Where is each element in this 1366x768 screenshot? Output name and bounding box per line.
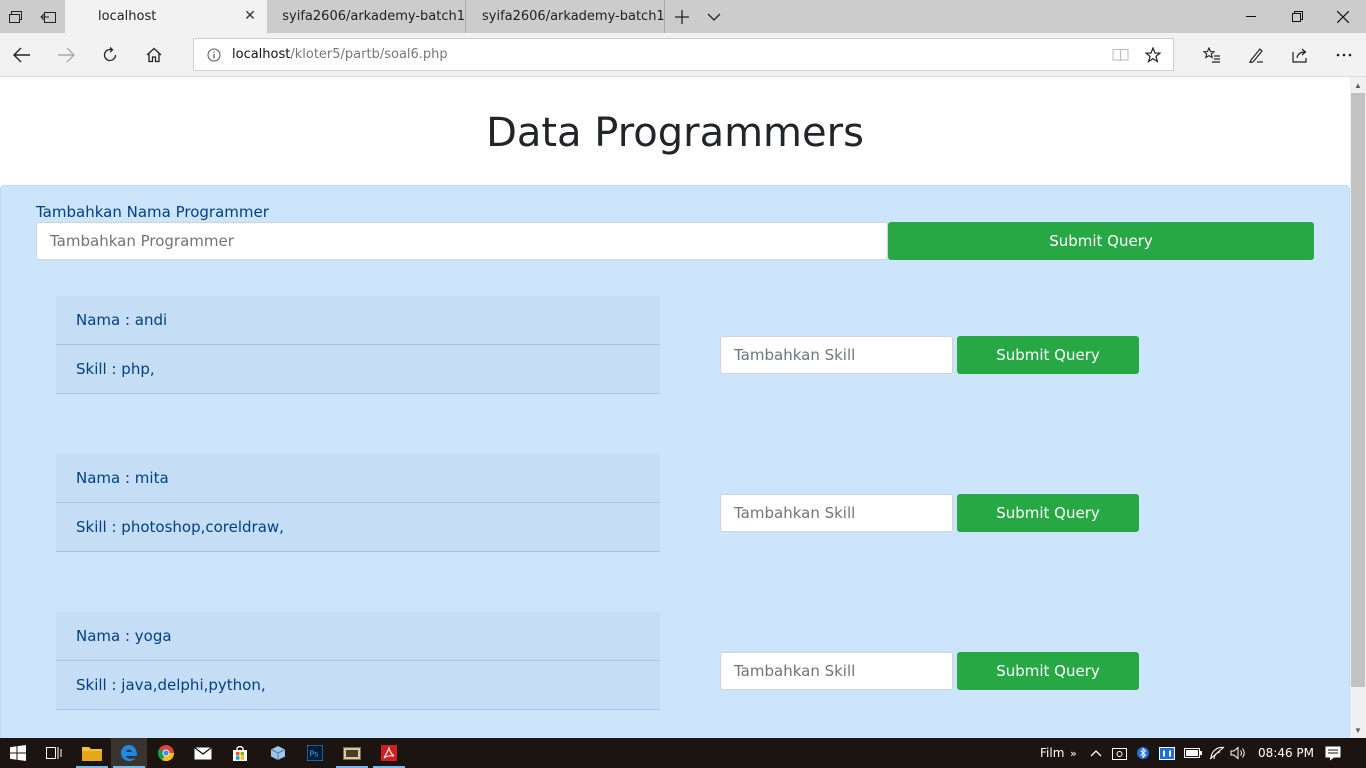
- url-host: localhost: [232, 47, 291, 62]
- set-aside-tabs-icon[interactable]: [32, 0, 64, 33]
- tab-manager-icon[interactable]: [0, 0, 32, 33]
- tab-github-2[interactable]: syifa2606/arkademy-batch1: [466, 0, 665, 33]
- show-hidden-icons-chevron-icon[interactable]: [1090, 738, 1102, 768]
- scroll-down-arrow-icon[interactable]: ▼: [1350, 722, 1366, 738]
- tab-github-1[interactable]: syifa2606/arkademy-batch1: [267, 0, 465, 33]
- tab-title: syifa2606/arkademy-batch1: [482, 9, 665, 24]
- home-icon[interactable]: [132, 33, 176, 77]
- programmer-card: Nama : yoga Skill : java,delphi,python,: [56, 612, 660, 710]
- skill-input[interactable]: Tambahkan Skill: [720, 494, 953, 532]
- minimize-icon[interactable]: [1228, 0, 1274, 33]
- vertical-scrollbar[interactable]: ▲ ▼: [1350, 77, 1366, 738]
- task-view-icon[interactable]: [36, 738, 72, 768]
- programmer-name-input[interactable]: Tambahkan Programmer: [36, 222, 888, 260]
- navigation-bar: localhost/kloter5/partb/soal6.php: [0, 33, 1366, 77]
- restore-icon[interactable]: [1274, 0, 1320, 33]
- windows-taskbar: Ps Film » 08:46 PM: [0, 738, 1366, 768]
- more-options-icon[interactable]: [1322, 33, 1366, 77]
- edge-browser-icon[interactable]: [111, 738, 147, 768]
- battery-icon[interactable]: [1184, 738, 1202, 768]
- programmer-card: Nama : mita Skill : photoshop,coreldraw,: [56, 454, 660, 552]
- page-viewport: Data Programmers Tambahkan Nama Programm…: [0, 77, 1350, 738]
- tab-bar: localhost ✕ syifa2606/arkademy-batch1 sy…: [0, 0, 1366, 33]
- toolbar-expand-icon[interactable]: »: [1070, 738, 1077, 768]
- close-window-icon[interactable]: [1320, 0, 1366, 33]
- add-skill-submit-button[interactable]: Submit Query: [957, 652, 1139, 690]
- skill-input[interactable]: Tambahkan Skill: [720, 336, 953, 374]
- programmer-skill: Skill : php,: [56, 345, 660, 394]
- bluetooth-icon[interactable]: [1137, 738, 1149, 768]
- programmer-skill: Skill : java,delphi,python,: [56, 661, 660, 710]
- tab-title: localhost: [98, 9, 157, 24]
- mail-icon[interactable]: [185, 738, 221, 768]
- acrobat-reader-icon[interactable]: [371, 738, 407, 768]
- page-title: Data Programmers: [486, 110, 864, 156]
- add-programmer-submit-button[interactable]: Submit Query: [888, 222, 1314, 260]
- close-tab-icon[interactable]: ✕: [243, 9, 257, 23]
- programmer-skill: Skill : photoshop,coreldraw,: [56, 503, 660, 552]
- forward-icon[interactable]: [44, 33, 88, 77]
- skill-input[interactable]: Tambahkan Skill: [720, 652, 953, 690]
- tray-toolbar-label[interactable]: Film: [1040, 738, 1064, 768]
- photoshop-icon[interactable]: Ps: [297, 738, 333, 768]
- add-programmer-label: Tambahkan Nama Programmer: [36, 203, 269, 221]
- store-icon[interactable]: [222, 738, 258, 768]
- display-tray-icon[interactable]: [1159, 738, 1175, 768]
- tab-preview-chevron-icon[interactable]: [698, 0, 730, 33]
- 3d-box-app-icon[interactable]: [260, 738, 296, 768]
- clock-time[interactable]: 08:46 PM: [1258, 738, 1314, 768]
- back-icon[interactable]: [0, 33, 44, 77]
- share-icon[interactable]: [1278, 33, 1322, 77]
- add-skill-submit-button[interactable]: Submit Query: [957, 494, 1139, 532]
- address-bar[interactable]: localhost/kloter5/partb/soal6.php: [193, 38, 1174, 71]
- programmer-card: Nama : andi Skill : php,: [56, 296, 660, 394]
- scroll-up-arrow-icon[interactable]: ▲: [1350, 77, 1366, 93]
- programmer-name: Nama : yoga: [56, 612, 660, 661]
- svg-text:Ps: Ps: [310, 750, 319, 759]
- programmer-name: Nama : andi: [56, 296, 660, 345]
- add-skill-submit-button[interactable]: Submit Query: [957, 336, 1139, 374]
- refresh-icon[interactable]: [88, 33, 132, 77]
- web-note-pen-icon[interactable]: [1234, 33, 1278, 77]
- favorite-star-icon[interactable]: [1137, 39, 1169, 70]
- site-info-icon[interactable]: [207, 48, 221, 62]
- favorites-hub-icon[interactable]: [1190, 33, 1234, 77]
- wifi-icon[interactable]: [1209, 738, 1225, 768]
- programmer-name: Nama : mita: [56, 454, 660, 503]
- scrollbar-thumb[interactable]: [1351, 93, 1365, 687]
- tab-localhost[interactable]: localhost ✕: [65, 0, 267, 33]
- file-explorer-icon[interactable]: [74, 738, 110, 768]
- action-center-icon[interactable]: [1325, 738, 1341, 768]
- new-tab-icon[interactable]: [666, 0, 698, 33]
- tab-separator: [664, 0, 665, 33]
- tab-title: syifa2606/arkademy-batch1: [282, 9, 465, 24]
- chrome-icon[interactable]: [148, 738, 184, 768]
- url-path: /kloter5/partb/soal6.php: [290, 47, 448, 62]
- tray-app-icon[interactable]: [1112, 738, 1127, 768]
- reading-view-icon[interactable]: [1104, 39, 1136, 70]
- media-app-icon[interactable]: [334, 738, 370, 768]
- windows-start-icon[interactable]: [0, 738, 36, 768]
- volume-icon[interactable]: [1230, 738, 1246, 768]
